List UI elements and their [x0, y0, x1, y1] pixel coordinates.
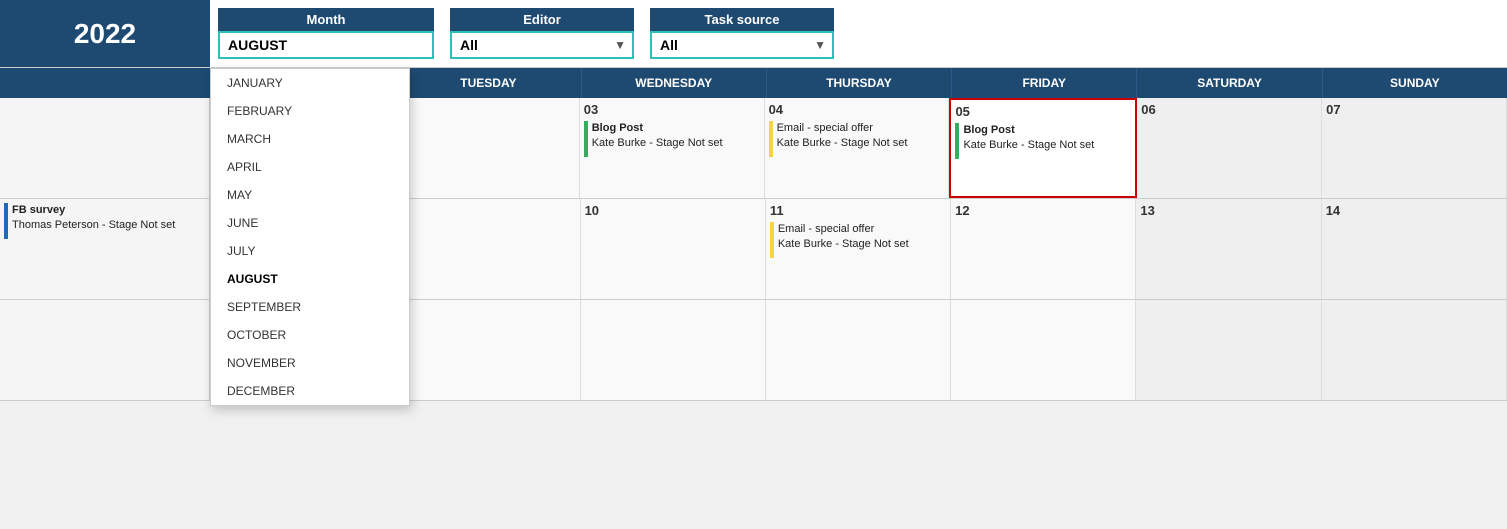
- day-num-07: 07: [1326, 102, 1502, 117]
- col-header-thursday: THURSDAY: [766, 68, 951, 98]
- month-option-october[interactable]: OCTOBER: [211, 321, 409, 349]
- year-display: 2022: [0, 0, 210, 67]
- day-num-14: 14: [1326, 203, 1502, 218]
- day-cell-aug14: 14: [1322, 199, 1507, 299]
- day-cell-aug05: 05 Blog PostKate Burke - Stage Not set: [949, 98, 1137, 198]
- day-num-04: 04: [769, 102, 945, 117]
- day-num-11: 11: [770, 203, 946, 218]
- month-option-april[interactable]: APRIL: [211, 153, 409, 181]
- event-text-blogpost-03: Blog PostKate Burke - Stage Not set: [592, 121, 723, 152]
- event-bar-green-2: [955, 123, 959, 159]
- month-option-february[interactable]: FEBRUARY: [211, 97, 409, 125]
- col-header-saturday: SATURDAY: [1136, 68, 1321, 98]
- event-email-aug04[interactable]: Email - special offerKate Burke - Stage …: [769, 121, 945, 157]
- day-num-12: 12: [955, 203, 1131, 218]
- week-num-2: FB surveyThomas Peterson - Stage Not set: [0, 199, 210, 299]
- task-source-input-wrap: All ▼: [650, 31, 834, 59]
- editor-input-wrap: All ▼: [450, 31, 634, 59]
- editor-dropdown-arrow: ▼: [614, 38, 632, 52]
- day-cell-aug10: 10: [581, 199, 766, 299]
- editor-label: Editor: [450, 8, 634, 31]
- event-blogpost-aug05[interactable]: Blog PostKate Burke - Stage Not set: [955, 123, 1131, 159]
- task-source-dropdown-arrow: ▼: [814, 38, 832, 52]
- event-bar-yellow-2: [770, 222, 774, 258]
- day-num-05: 05: [955, 104, 1131, 119]
- col-header-tuesday: TUESDAY: [395, 68, 580, 98]
- day-cell-empty-4: [766, 300, 951, 400]
- month-option-may[interactable]: MAY: [211, 181, 409, 209]
- month-option-july[interactable]: JULY: [211, 237, 409, 265]
- day-num-06: 06: [1141, 102, 1317, 117]
- event-text-blogpost-05: Blog PostKate Burke - Stage Not set: [963, 123, 1094, 154]
- col-header-week: [0, 68, 210, 98]
- day-cell-empty-2: [395, 300, 580, 400]
- day-cell-aug06: 06: [1137, 98, 1322, 198]
- col-header-friday: FRIDAY: [951, 68, 1136, 98]
- event-bar-green-1: [584, 121, 588, 157]
- header-bar: 2022 Month Editor All ▼ Task source All: [0, 0, 1507, 68]
- day-cell-empty-7: [1322, 300, 1507, 400]
- month-option-january[interactable]: JANUARY: [211, 69, 409, 97]
- day-cell-aug11: 11 Email - special offerKate Burke - Sta…: [766, 199, 951, 299]
- day-cell-aug07: 07: [1322, 98, 1507, 198]
- event-email-aug11[interactable]: Email - special offerKate Burke - Stage …: [770, 222, 946, 258]
- day-cell-empty-6: [1136, 300, 1321, 400]
- day-num-10: 10: [585, 203, 761, 218]
- task-source-filter: Task source All ▼: [642, 0, 842, 67]
- task-source-label: Task source: [650, 8, 834, 31]
- month-input[interactable]: [220, 33, 432, 57]
- year-text: 2022: [74, 18, 136, 50]
- month-option-august[interactable]: AUGUST: [211, 265, 409, 293]
- day-num-03: 03: [584, 102, 760, 117]
- month-option-november[interactable]: NOVEMBER: [211, 349, 409, 377]
- month-input-wrap: [218, 31, 434, 59]
- col-header-sunday: SUNDAY: [1322, 68, 1507, 98]
- week-num-3: [0, 300, 210, 400]
- month-filter: Month: [210, 0, 442, 67]
- month-option-september[interactable]: SEPTEMBER: [211, 293, 409, 321]
- editor-filter: Editor All ▼: [442, 0, 642, 67]
- event-text-fbsurvey-08: FB surveyThomas Peterson - Stage Not set: [12, 203, 175, 234]
- day-num-13: 13: [1140, 203, 1316, 218]
- event-text-email-04: Email - special offerKate Burke - Stage …: [777, 121, 908, 152]
- month-option-june[interactable]: JUNE: [211, 209, 409, 237]
- day-cell-empty-5: [951, 300, 1136, 400]
- event-fbsurvey-aug08[interactable]: FB surveyThomas Peterson - Stage Not set: [4, 203, 205, 239]
- task-source-select[interactable]: All: [652, 33, 814, 57]
- day-cell-aug09: [395, 199, 580, 299]
- day-cell-aug02: [395, 98, 580, 198]
- day-cell-aug12: 12: [951, 199, 1136, 299]
- col-header-wednesday: WEDNESDAY: [581, 68, 766, 98]
- month-option-december[interactable]: DECEMBER: [211, 377, 409, 405]
- event-text-email-11: Email - special offerKate Burke - Stage …: [778, 222, 909, 253]
- event-blogpost-aug03[interactable]: Blog PostKate Burke - Stage Not set: [584, 121, 760, 157]
- event-bar-yellow-1: [769, 121, 773, 157]
- month-option-march[interactable]: MARCH: [211, 125, 409, 153]
- week-num-1: [0, 98, 210, 198]
- day-cell-aug13: 13: [1136, 199, 1321, 299]
- month-dropdown: JANUARY FEBRUARY MARCH APRIL MAY JUNE JU…: [210, 68, 410, 406]
- editor-select[interactable]: All: [452, 33, 614, 57]
- day-cell-aug03: 03 Blog PostKate Burke - Stage Not set: [580, 98, 765, 198]
- event-bar-blue-1: [4, 203, 8, 239]
- day-cell-empty-3: [581, 300, 766, 400]
- month-label: Month: [218, 8, 434, 31]
- day-cell-aug04: 04 Email - special offerKate Burke - Sta…: [765, 98, 950, 198]
